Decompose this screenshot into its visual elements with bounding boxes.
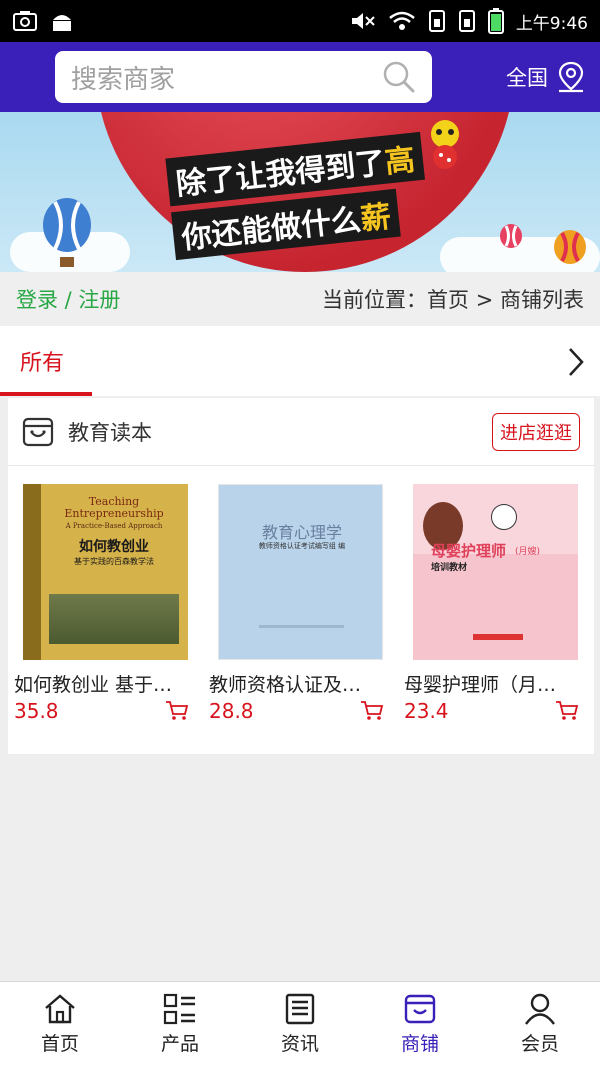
product-item[interactable]: 母婴护理师 (月嫂) 培训教材 母婴护理师（月… 23.4 bbox=[398, 484, 593, 723]
cart-icon[interactable] bbox=[555, 700, 579, 722]
nav-member-label[interactable]: 会员 bbox=[521, 1029, 559, 1056]
login-bar: 登录 / 注册 当前位置：首页 > 商铺列表 bbox=[0, 272, 600, 326]
promo-banner[interactable]: 除了让我得到了高 你还能做什么薪 bbox=[0, 112, 600, 272]
cart-icon[interactable] bbox=[360, 700, 384, 722]
nav-news[interactable]: 资讯 bbox=[240, 982, 360, 1067]
nav-products-label[interactable]: 产品 bbox=[161, 1029, 199, 1056]
product-title[interactable]: 教师资格认证及… bbox=[209, 670, 392, 697]
mascot-icon bbox=[431, 120, 459, 169]
nav-shops-label[interactable]: 商铺 bbox=[401, 1029, 439, 1056]
header: 搜索商家 全国 bbox=[0, 42, 600, 112]
category-tabs: 所有 bbox=[0, 326, 600, 396]
region-selector[interactable]: 全国 bbox=[506, 61, 586, 93]
product-price: 28.8 bbox=[209, 699, 254, 723]
shop-header: 教育读本 进店逛逛 bbox=[8, 398, 594, 466]
chevron-right-icon[interactable] bbox=[566, 346, 586, 378]
clock: 上午9:46 bbox=[515, 13, 588, 34]
book-cover-image[interactable]: 母婴护理师 (月嫂) 培训教材 bbox=[413, 484, 578, 660]
bottom-nav: 首页 产品 资讯 商铺 会员 bbox=[0, 981, 600, 1067]
list-icon[interactable] bbox=[163, 993, 197, 1025]
tab-underline bbox=[0, 392, 92, 396]
tab-all[interactable]: 所有 bbox=[20, 345, 64, 377]
nav-home[interactable]: 首页 bbox=[0, 982, 120, 1067]
sim2-icon bbox=[458, 10, 475, 32]
hot-air-balloon-icon bbox=[500, 224, 522, 248]
store-icon bbox=[22, 417, 54, 446]
search-icon[interactable] bbox=[382, 60, 416, 94]
product-price: 35.8 bbox=[14, 699, 59, 723]
nav-news-label[interactable]: 资讯 bbox=[281, 1029, 319, 1056]
product-title[interactable]: 如何教创业 基于… bbox=[14, 670, 197, 697]
region-label[interactable]: 全国 bbox=[506, 62, 548, 92]
breadcrumb: 当前位置：首页 > 商铺列表 bbox=[322, 288, 584, 312]
nav-products[interactable]: 产品 bbox=[120, 982, 240, 1067]
nav-home-label[interactable]: 首页 bbox=[41, 1029, 79, 1056]
battery-icon bbox=[487, 8, 504, 34]
status-bar: 上午9:46 bbox=[0, 0, 600, 42]
nav-shops[interactable]: 商铺 bbox=[360, 982, 480, 1067]
shop-name[interactable]: 教育读本 bbox=[68, 417, 152, 447]
product-list: Teaching Entrepreneurship A Practice-Bas… bbox=[8, 466, 594, 723]
location-pin-icon[interactable] bbox=[556, 61, 586, 93]
product-title[interactable]: 母婴护理师（月… bbox=[404, 670, 587, 697]
hot-air-balloon-icon bbox=[554, 230, 586, 264]
book-cover-image[interactable]: Teaching Entrepreneurship A Practice-Bas… bbox=[23, 484, 188, 660]
product-price: 23.4 bbox=[404, 699, 449, 723]
book-cover-image[interactable]: 教育心理学 教师资格认证考试编写组 编 bbox=[218, 484, 383, 660]
product-item[interactable]: 教育心理学 教师资格认证考试编写组 编 教师资格认证及… 28.8 bbox=[203, 484, 398, 723]
mute-icon bbox=[351, 13, 375, 29]
user-icon[interactable] bbox=[523, 993, 557, 1025]
search-box[interactable]: 搜索商家 bbox=[55, 51, 432, 103]
wifi-icon bbox=[389, 11, 415, 30]
product-item[interactable]: Teaching Entrepreneurship A Practice-Bas… bbox=[8, 484, 203, 723]
news-icon[interactable] bbox=[283, 993, 317, 1025]
sim1-icon bbox=[428, 10, 445, 32]
hot-air-balloon-icon bbox=[43, 198, 91, 267]
android-icon bbox=[53, 15, 71, 31]
nav-member[interactable]: 会员 bbox=[480, 982, 600, 1067]
shop-card: 教育读本 进店逛逛 Teaching Entrepreneurship A Pr… bbox=[8, 398, 594, 754]
visit-shop-button[interactable]: 进店逛逛 bbox=[492, 412, 580, 451]
login-register-link[interactable]: 登录 / 注册 bbox=[16, 284, 120, 314]
store-icon[interactable] bbox=[403, 993, 437, 1025]
screenshot-icon bbox=[13, 11, 37, 31]
home-icon[interactable] bbox=[43, 993, 77, 1025]
search-input[interactable]: 搜索商家 bbox=[71, 59, 175, 96]
cart-icon[interactable] bbox=[165, 700, 189, 722]
